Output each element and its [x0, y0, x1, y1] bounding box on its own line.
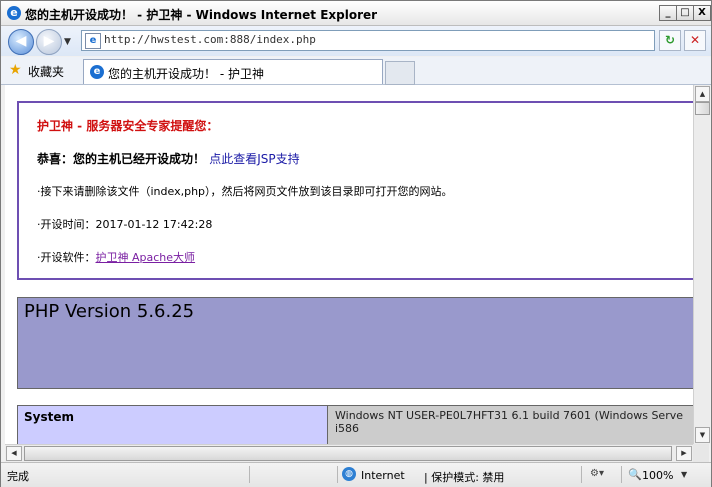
status-divider: [621, 466, 622, 483]
close-button[interactable]: X: [693, 5, 711, 21]
status-divider: [249, 466, 250, 483]
minimize-button[interactable]: _: [659, 5, 677, 21]
notice-title: 护卫神 - 服务器安全专家提醒您：: [37, 119, 219, 133]
system-info-row: System Windows NT USER-PE0L7HFT31 6.1 bu…: [17, 405, 693, 444]
zoom-level[interactable]: 100%: [642, 469, 673, 482]
history-dropdown-icon[interactable]: ▼: [64, 37, 71, 47]
new-tab-button[interactable]: [385, 61, 415, 85]
system-label: System: [18, 406, 328, 444]
open-time-label: ·开设时间：: [37, 218, 96, 231]
refresh-button[interactable]: ↻: [659, 30, 681, 51]
status-text: 完成: [7, 470, 29, 483]
ie-logo-icon: e: [7, 6, 21, 20]
php-version-header: PHP Version 5.6.25: [17, 297, 693, 389]
zoom-icon[interactable]: 🔍: [628, 468, 642, 481]
php-version-title: PHP Version 5.6.25: [24, 301, 195, 322]
navigation-bar: ◀ ▶ ▼ e http://hwstest.com:888/index.php…: [1, 26, 711, 56]
stop-button[interactable]: ✕: [684, 30, 706, 51]
software-line: ·开设软件：护卫神 Apache大师: [37, 249, 195, 265]
scroll-up-icon[interactable]: ▲: [695, 86, 710, 102]
jsp-support-link[interactable]: 点此查看JSP支持: [209, 152, 299, 166]
page-icon: e: [85, 33, 101, 49]
system-value-line2: i586: [335, 422, 360, 435]
address-bar[interactable]: e http://hwstest.com:888/index.php ▼: [81, 30, 655, 51]
page-viewport: 护卫神 - 服务器安全专家提醒您： 恭喜：您的主机已经开设成功！ 点此查看JSP…: [5, 85, 693, 444]
favorites-star-icon[interactable]: ★: [9, 62, 22, 78]
congrats-line: 恭喜：您的主机已经开设成功！ 点此查看JSP支持: [37, 150, 300, 167]
back-button[interactable]: ◀: [8, 29, 34, 55]
notice-box: 护卫神 - 服务器安全专家提醒您： 恭喜：您的主机已经开设成功！ 点此查看JSP…: [17, 101, 693, 280]
software-label: ·开设软件：: [37, 251, 96, 264]
refresh-icon: ↻: [664, 33, 676, 47]
stop-icon: ✕: [689, 33, 701, 47]
back-arrow-icon: ◀: [15, 33, 27, 49]
open-time-value: 2017-01-12 17:42:28: [95, 218, 213, 231]
scroll-corner: [693, 444, 709, 462]
vertical-scroll-thumb[interactable]: [695, 102, 710, 115]
status-divider: [581, 466, 582, 483]
globe-icon: ◍: [342, 467, 356, 481]
title-bar: e 您的主机开设成功！ - 护卫神 - Windows Internet Exp…: [1, 1, 711, 26]
zoom-dropdown-icon[interactable]: ▼: [681, 470, 687, 479]
horizontal-scrollbar[interactable]: ◀ ▶: [5, 444, 693, 462]
vertical-scrollbar[interactable]: ▲ ▼: [693, 85, 710, 444]
browser-window: e 您的主机开设成功！ - 护卫神 - Windows Internet Exp…: [0, 0, 712, 487]
software-link[interactable]: 护卫神 Apache大师: [96, 251, 196, 264]
security-zone[interactable]: Internet: [361, 469, 405, 482]
favorites-bar: ★ 收藏夹 e 您的主机开设成功！ - 护卫神: [1, 57, 711, 85]
status-bar: 完成 ◍ Internet | 保护模式: 禁用 ⚙▾ 🔍 100% ▼: [1, 462, 711, 487]
favorites-button[interactable]: 收藏夹: [28, 63, 64, 80]
horizontal-scroll-thumb[interactable]: [24, 446, 672, 461]
scroll-right-icon[interactable]: ▶: [676, 446, 692, 461]
forward-arrow-icon: ▶: [43, 33, 55, 49]
protected-mode[interactable]: | 保护模式: 禁用: [424, 469, 504, 485]
system-value-line1: Windows NT USER-PE0L7HFT31 6.1 build 760…: [335, 409, 683, 422]
open-time-line: ·开设时间：2017-01-12 17:42:28: [37, 216, 212, 232]
tab-label: 您的主机开设成功！ - 护卫神: [108, 67, 264, 81]
scroll-down-icon[interactable]: ▼: [695, 427, 710, 443]
next-step-text: ·接下来请删除该文件（index,php），然后将网页文件放到该目录即可打开您的…: [37, 185, 453, 198]
status-divider: [337, 466, 338, 483]
forward-button[interactable]: ▶: [36, 29, 62, 55]
maximize-button[interactable]: □: [676, 5, 694, 21]
scroll-left-icon[interactable]: ◀: [6, 446, 22, 461]
tab-active[interactable]: e 您的主机开设成功！ - 护卫神: [83, 59, 383, 84]
url-text[interactable]: http://hwstest.com:888/index.php: [104, 33, 316, 46]
window-title: 您的主机开设成功！ - 护卫神 - Windows Internet Explo…: [25, 8, 378, 22]
congrats-text: 恭喜：您的主机已经开设成功！: [37, 152, 206, 166]
privacy-lock-icon[interactable]: ⚙▾: [586, 468, 608, 482]
system-value: Windows NT USER-PE0L7HFT31 6.1 build 760…: [330, 406, 693, 444]
ie-page-icon: e: [90, 65, 104, 79]
